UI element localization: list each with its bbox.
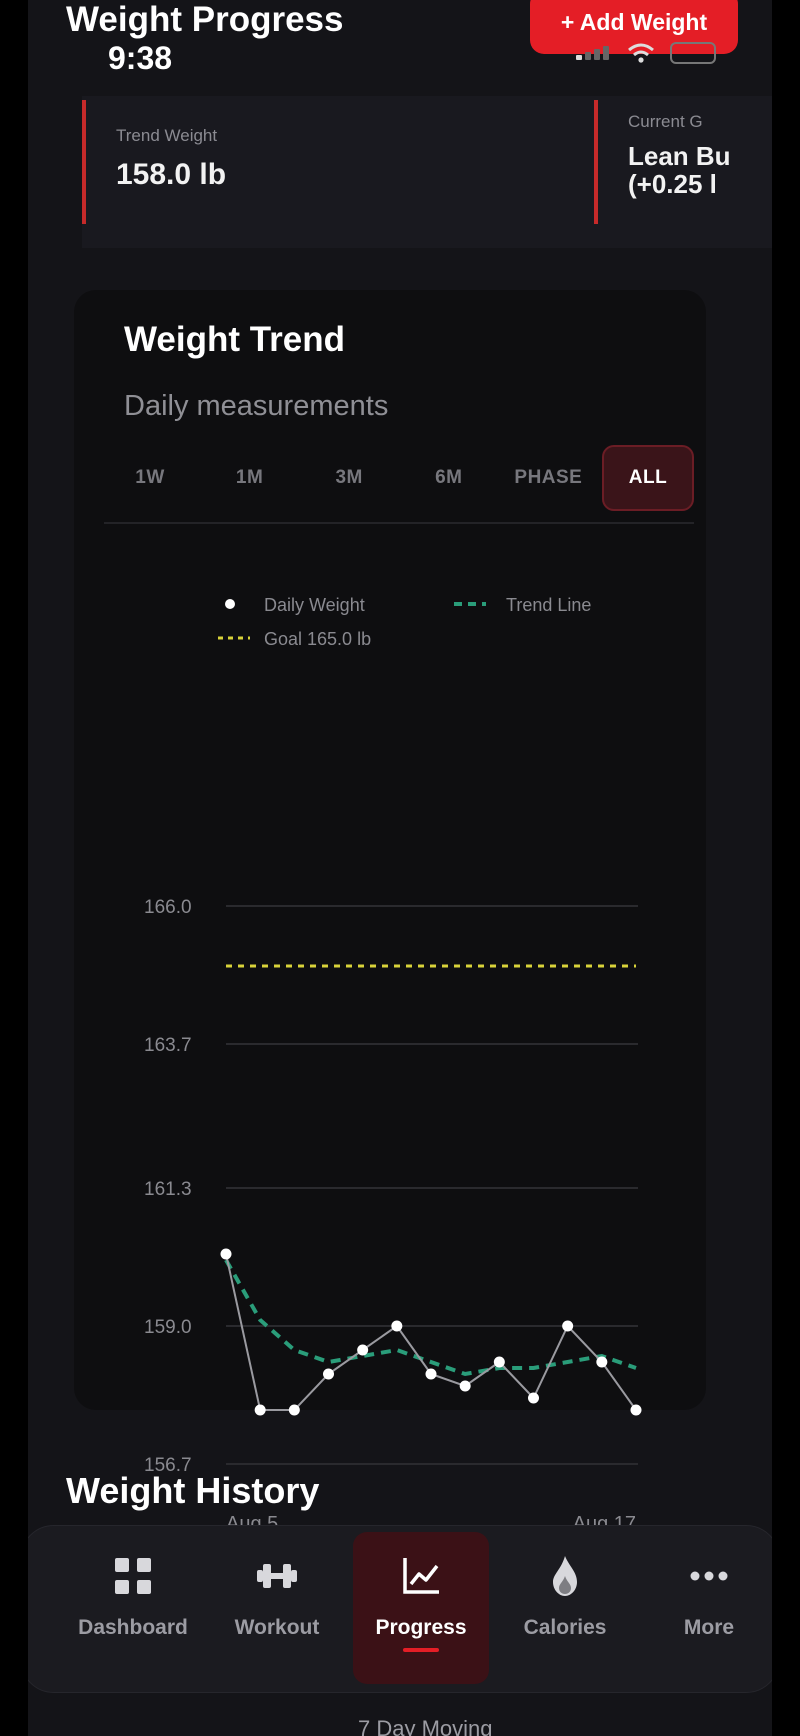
legend-daily-marker bbox=[225, 599, 235, 609]
range-6m[interactable]: 6M bbox=[403, 445, 495, 511]
page-title: Weight Progress bbox=[66, 0, 344, 39]
y-tick-label: 163.7 bbox=[144, 1035, 192, 1056]
status-time: 9:38 bbox=[108, 40, 173, 76]
tab-more[interactable]: More bbox=[641, 1532, 772, 1684]
tab-progress-label: Progress bbox=[375, 1616, 467, 1639]
tab-workout[interactable]: Workout bbox=[209, 1532, 345, 1684]
current-goal-label: Current G bbox=[628, 112, 703, 131]
tab-calories-label: Calories bbox=[523, 1616, 607, 1639]
moving-average-peek: 7 Day Moving bbox=[358, 1716, 493, 1736]
grid-icon bbox=[115, 1558, 151, 1594]
weight-chart-svg: Daily Weight Trend Line Goal 165.0 lb 16… bbox=[144, 595, 642, 1535]
app-screen: Weight Progress + Add Weight 9:38 Trend … bbox=[28, 0, 772, 1736]
tab-dashboard[interactable]: Dashboard bbox=[65, 1532, 201, 1684]
current-goal-value: Lean Bu (+0.25 l bbox=[628, 141, 731, 199]
daily-weight-point bbox=[323, 1368, 334, 1380]
chart-legend: Daily Weight Trend Line Goal 165.0 lb bbox=[218, 595, 591, 649]
more-icon bbox=[690, 1571, 728, 1581]
chart-icon bbox=[403, 1558, 439, 1594]
trend-line bbox=[224, 1259, 637, 1377]
tab-progress[interactable]: Progress bbox=[353, 1532, 489, 1684]
dumbbell-icon bbox=[257, 1564, 297, 1588]
range-3m[interactable]: 3M bbox=[303, 445, 395, 511]
summary-cards: Trend Weight 158.0 lb Current G Lean Bu … bbox=[82, 96, 772, 248]
range-1w[interactable]: 1W bbox=[104, 445, 196, 511]
weight-chart: Daily Weight Trend Line Goal 165.0 lb 16… bbox=[114, 540, 674, 1535]
y-tick-label: 161.3 bbox=[144, 1179, 192, 1200]
daily-weight-point bbox=[425, 1368, 437, 1380]
y-axis-ticks: 166.0163.7161.3159.0156.7 bbox=[144, 897, 192, 1476]
daily-weight-point bbox=[596, 1356, 608, 1368]
tab-calories[interactable]: Calories bbox=[497, 1532, 633, 1684]
legend-goal-label: Goal 165.0 lb bbox=[264, 629, 371, 649]
weight-history-title: Weight History bbox=[66, 1470, 320, 1511]
range-all[interactable]: ALL bbox=[601, 445, 694, 511]
tab-more-label: More bbox=[683, 1616, 735, 1639]
daily-weight-point bbox=[459, 1380, 471, 1392]
range-phase[interactable]: PHASE bbox=[502, 445, 594, 511]
daily-weight-point bbox=[288, 1404, 300, 1416]
trend-weight-card[interactable]: Trend Weight 158.0 lb bbox=[82, 100, 502, 224]
chart-grid bbox=[226, 905, 638, 1465]
active-tab-indicator bbox=[403, 1648, 439, 1652]
flame-icon bbox=[553, 1556, 577, 1596]
y-tick-label: 166.0 bbox=[144, 897, 192, 918]
y-tick-label: 159.0 bbox=[144, 1317, 192, 1338]
daily-weight-point bbox=[220, 1248, 232, 1260]
legend-trend-label: Trend Line bbox=[506, 595, 591, 615]
battery-icon bbox=[670, 42, 716, 64]
trend-weight-label: Trend Weight bbox=[116, 126, 218, 145]
daily-weight-point bbox=[630, 1404, 642, 1416]
tab-dashboard-label: Dashboard bbox=[78, 1616, 188, 1639]
trend-weight-value: 158.0 lb bbox=[116, 158, 227, 191]
status-icons bbox=[576, 42, 716, 64]
daily-weight-line bbox=[225, 1253, 637, 1411]
weight-trend-subtitle: Daily measurements bbox=[124, 390, 389, 422]
weight-trend-title: Weight Trend bbox=[124, 320, 346, 359]
weight-trend-card: Weight Trend Daily measurements 1W 1M 3M… bbox=[74, 290, 706, 1535]
daily-weight-point bbox=[562, 1320, 574, 1332]
daily-weight-point bbox=[528, 1392, 539, 1404]
daily-weight-point bbox=[254, 1404, 266, 1416]
wifi-icon bbox=[628, 43, 654, 63]
cellular-signal-icon bbox=[576, 46, 612, 60]
daily-weight-point bbox=[493, 1356, 505, 1368]
bottom-tab-bar: Dashboard Workout Progress Calories More bbox=[28, 1525, 772, 1693]
daily-weight-point bbox=[357, 1344, 369, 1356]
range-1m[interactable]: 1M bbox=[204, 445, 296, 511]
range-selector: 1W 1M 3M 6M PHASE ALL bbox=[104, 440, 694, 524]
legend-daily-label: Daily Weight bbox=[264, 595, 365, 615]
chart-series bbox=[220, 1248, 642, 1416]
current-goal-card[interactable]: Current G Lean Bu (+0.25 l bbox=[594, 100, 772, 224]
daily-weight-point bbox=[391, 1320, 403, 1332]
tab-workout-label: Workout bbox=[234, 1616, 320, 1639]
